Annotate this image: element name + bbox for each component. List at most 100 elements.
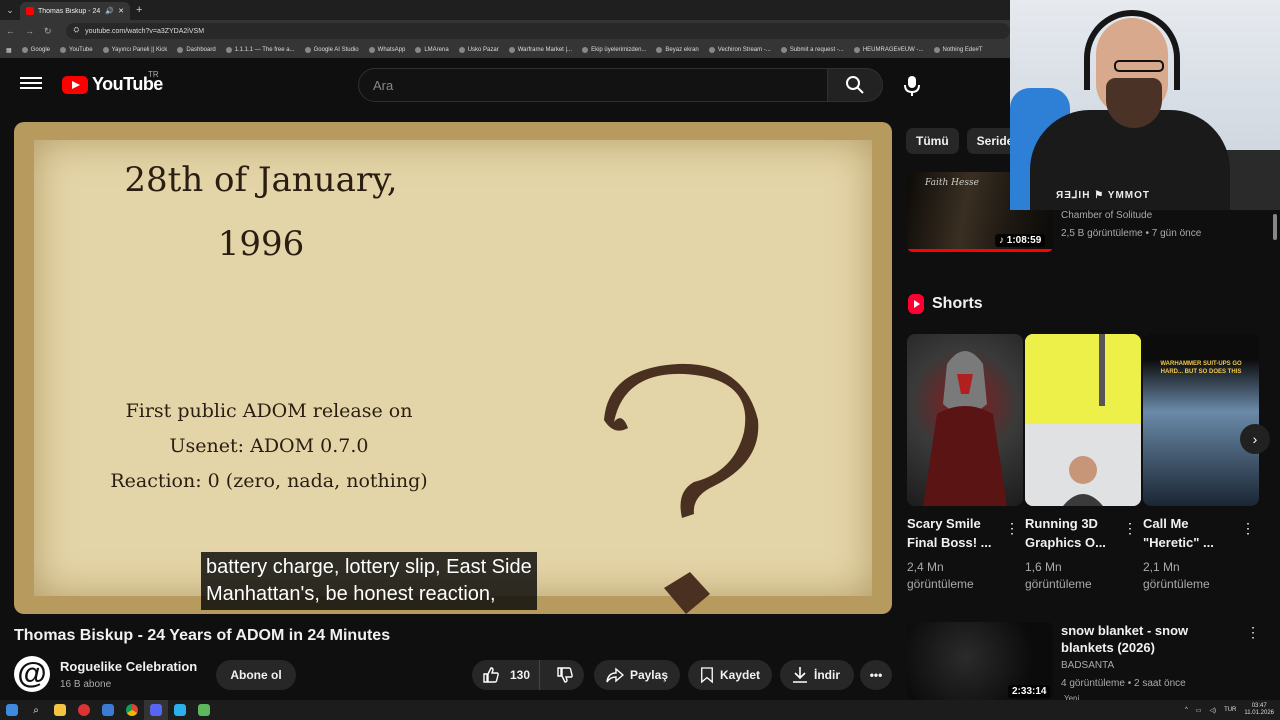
file-explorer-icon[interactable] [48, 700, 72, 720]
more-horizontal-icon: ••• [869, 668, 883, 682]
video-title: Thomas Biskup - 24 Years of ADOM in 24 M… [14, 627, 391, 644]
language-indicator[interactable]: TUR [1224, 707, 1236, 713]
search-input[interactable]: Ara [358, 68, 828, 102]
shorts-next-button[interactable]: › [1240, 424, 1270, 454]
thumbs-down-icon [557, 667, 574, 683]
bookmark-item[interactable]: Ekip üyelerimizden... [582, 47, 646, 53]
voice-search-button[interactable] [900, 74, 924, 98]
bookmark-item[interactable]: 1.1.1.1 — The free a... [225, 47, 295, 53]
short-item[interactable]: Running 3D Graphics O... 1,6 Mn görüntülem… [1025, 334, 1141, 593]
duration-text: 1:08:59 [1006, 235, 1042, 246]
discord-icon[interactable] [144, 700, 168, 720]
slide-date: 28th of January, 1996 [96, 148, 426, 276]
bookmark-label: Yayıncı Paneli || Kick [111, 47, 168, 53]
bookmark-item[interactable]: Vechiron Stream -... [708, 47, 771, 53]
short-title-line: "Heretic" ... [1143, 535, 1214, 550]
clock[interactable]: 03:47 11.01.2026 [1244, 703, 1274, 717]
tray-chevron-icon[interactable]: ^ [1185, 707, 1188, 713]
slide-text-line2: Usenet: ADOM 0.7.0 [169, 435, 369, 457]
network-icon[interactable]: ▭ [1196, 707, 1202, 714]
bookmark-item[interactable]: Google [21, 47, 50, 53]
short-menu-icon[interactable]: ⋮ [1123, 520, 1137, 537]
channel-avatar[interactable]: @ [14, 656, 50, 692]
bookmark-label: Warframe Market |... [517, 47, 573, 53]
bookmark-item[interactable]: Warframe Market |... [508, 47, 573, 53]
audio-icon[interactable]: 🔊 [105, 7, 114, 15]
address-bar-row: ← → ↻ ⛭ youtube.com/watch?v=a3ZYDA2iVSM [0, 20, 1010, 42]
short-views-line: görüntüleme [1143, 577, 1210, 591]
bookmark-label: Ekip üyelerimizden... [591, 47, 647, 53]
bookmark-item[interactable]: LMArena [415, 47, 449, 53]
app-blue-icon[interactable] [96, 700, 120, 720]
app-red-icon[interactable] [72, 700, 96, 720]
sidebar-scrollbar[interactable] [1273, 214, 1277, 240]
tab-close-icon[interactable]: ✕ [118, 7, 124, 15]
apps-grid-icon[interactable]: ▦ [6, 47, 12, 54]
bookmark-favicon-icon [415, 47, 422, 53]
bookmark-item[interactable]: Usko Pazar [458, 47, 499, 53]
recommendation-menu-icon[interactable]: ⋮ [1246, 624, 1260, 641]
short-thumbnail[interactable] [907, 334, 1023, 506]
app-green-icon[interactable] [192, 700, 216, 720]
short-thumbnail[interactable] [1025, 334, 1141, 506]
app-cyan-icon[interactable] [168, 700, 192, 720]
search-button[interactable] [827, 68, 883, 102]
recommendation-channel[interactable]: BADSANTA [1061, 660, 1114, 671]
dislike-button[interactable] [546, 660, 584, 690]
bookmark-label: LMArena [424, 47, 449, 53]
short-item[interactable]: WARHAMMER SUIT-UPS GO HARD... BUT SO DOE… [1143, 334, 1259, 593]
search-taskbar-icon[interactable]: ⌕ [24, 700, 48, 720]
bookmark-favicon-icon [656, 47, 663, 53]
save-button[interactable]: Kaydet [688, 660, 772, 690]
recommendation-meta: 2,5 B görüntüleme • 7 gün önce [1061, 228, 1202, 239]
bookmark-item[interactable]: HEUMRAGE#EUW -... [853, 47, 924, 53]
back-icon[interactable]: ← [6, 26, 15, 36]
browser-tab-active[interactable]: Thomas Biskup - 24 Years o 🔊 ✕ [20, 2, 130, 20]
search-icon [846, 76, 864, 94]
reload-icon[interactable]: ↻ [44, 26, 52, 37]
chrome-icon[interactable] [120, 700, 144, 720]
bookmark-item[interactable]: Dashboard [177, 47, 216, 53]
volume-icon[interactable]: ◁) [1209, 707, 1216, 714]
tab-list-chevron-icon[interactable]: ⌄ [0, 5, 20, 16]
bookmark-favicon-icon [780, 47, 787, 53]
thumbs-up-icon [483, 667, 499, 683]
bookmark-item[interactable]: YouTube [60, 47, 93, 53]
recommendation-channel[interactable]: Chamber of Solitude [1061, 210, 1152, 221]
share-button[interactable]: Paylaş [594, 660, 680, 690]
site-info-icon[interactable]: ⛭ [74, 27, 80, 35]
country-code: TR [148, 70, 159, 79]
new-tab-icon[interactable]: + [136, 4, 142, 16]
youtube-play-icon [62, 75, 88, 94]
bookmark-item[interactable]: Nothing Ede#T [933, 47, 983, 53]
like-button[interactable]: 130 [472, 660, 541, 690]
short-thumbnail[interactable]: WARHAMMER SUIT-UPS GO HARD... BUT SO DOE… [1143, 334, 1259, 506]
slide-text-line3: Reaction: 0 (zero, nada, nothing) [110, 470, 428, 492]
bookmark-item[interactable]: WhatsApp [368, 47, 405, 53]
bookmark-item[interactable]: Google AI Studio [304, 47, 359, 53]
short-menu-icon[interactable]: ⋮ [1241, 520, 1255, 537]
subscribe-button[interactable]: Abone ol [216, 660, 296, 690]
short-views-line: 2,1 Mn [1143, 560, 1180, 574]
bookmark-item[interactable]: Yayıncı Paneli || Kick [102, 47, 168, 53]
url-field[interactable]: ⛭ youtube.com/watch?v=a3ZYDA2iVSM [65, 23, 1010, 39]
short-title-line: Running 3D [1025, 516, 1098, 531]
shorts-logo-icon [908, 294, 924, 314]
bookmark-label: 1.1.1.1 — The free a... [234, 47, 295, 53]
short-menu-icon[interactable]: ⋮ [1005, 520, 1019, 537]
guide-menu-icon[interactable] [20, 74, 42, 94]
bookmark-item[interactable]: Submit a request -... [780, 47, 844, 53]
recommendation-title[interactable]: snow blanket - snow blankets (2026) [1061, 622, 1237, 656]
bookmarks-bar: ▦ Google YouTube Yayıncı Paneli || Kick Das… [0, 42, 1010, 58]
download-button[interactable]: İndir [780, 660, 854, 690]
more-actions-button[interactable]: ••• [860, 660, 892, 690]
short-title: Call Me "Heretic" ... [1143, 514, 1239, 552]
forward-icon[interactable]: → [25, 26, 34, 36]
short-item[interactable]: Scary Smile Final Boss! ... 2,4 Mn görüntü… [907, 334, 1023, 593]
bookmark-item[interactable]: Beyaz ekran [656, 47, 699, 53]
filter-chip[interactable]: Tümü [906, 128, 959, 154]
start-icon[interactable] [0, 700, 24, 720]
question-mark-drawing [604, 363, 759, 614]
channel-name[interactable]: Roguelike Celebration [60, 659, 197, 674]
bookmark-label: HEUMRAGE#EUW -... [862, 47, 924, 53]
